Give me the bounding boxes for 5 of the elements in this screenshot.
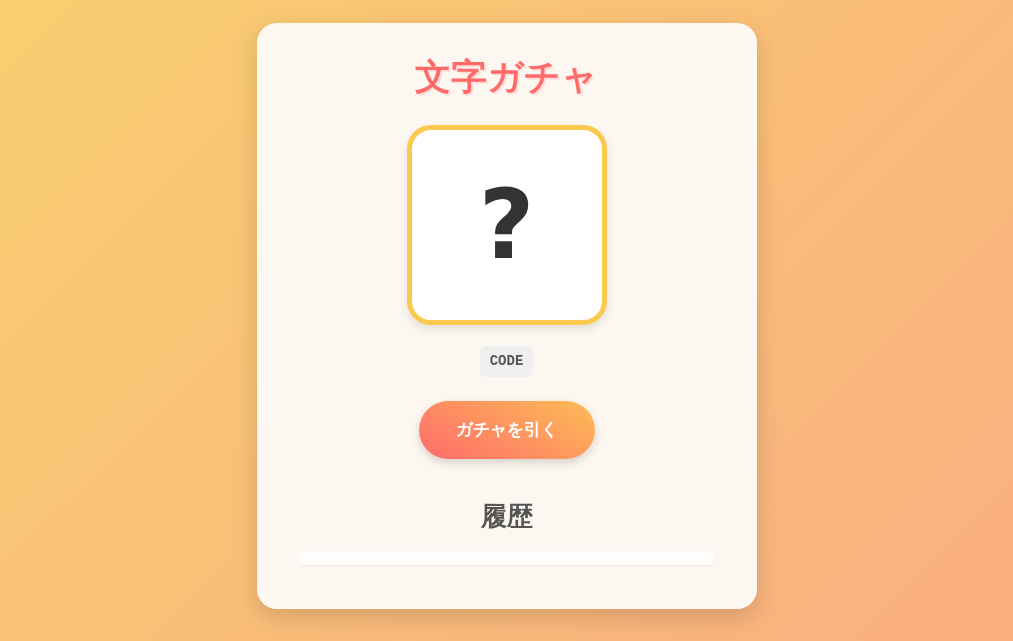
code-label: CODE bbox=[479, 346, 534, 377]
history-heading: 履歴 bbox=[480, 503, 533, 529]
question-mark: ? bbox=[478, 177, 535, 273]
app-title: 文字ガチャ bbox=[415, 59, 598, 95]
draw-button[interactable]: ガチャを引く bbox=[418, 401, 595, 459]
